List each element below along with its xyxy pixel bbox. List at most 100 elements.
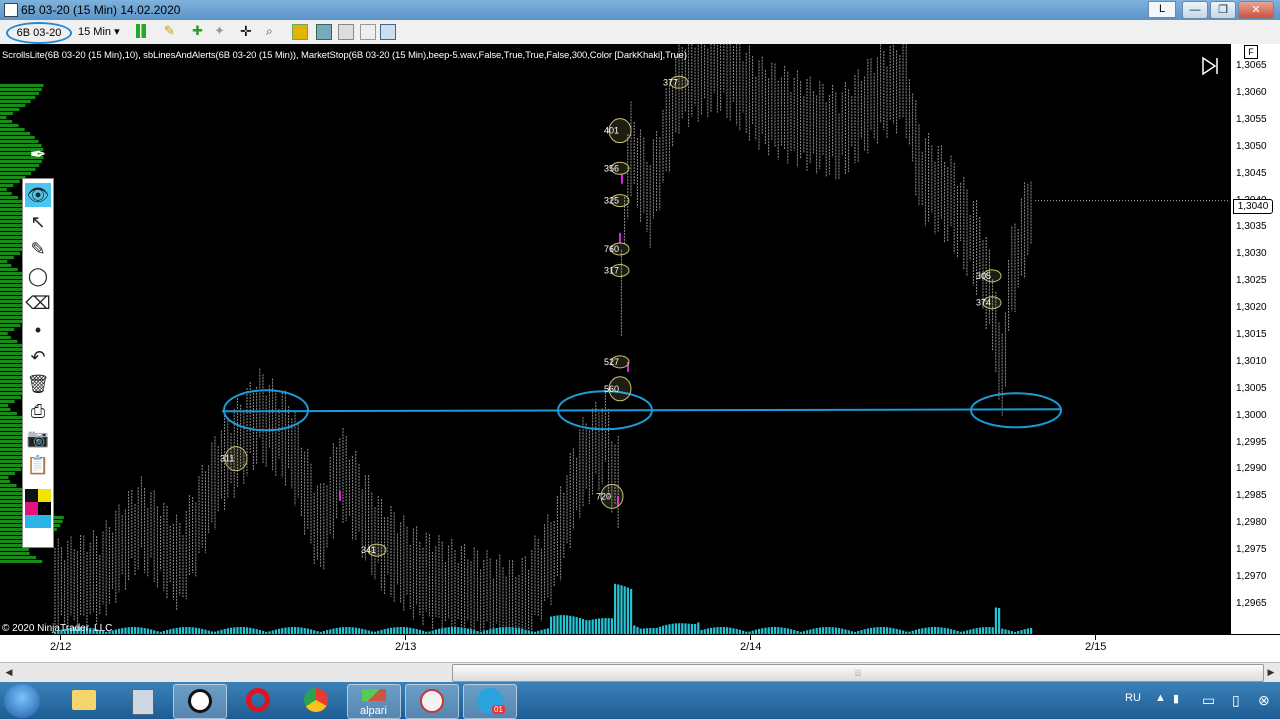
volume-bar <box>598 618 601 634</box>
chart-panel[interactable]: 311 341 377 401 356 325 760 317 527 560 720 305 374 <box>0 20 1230 654</box>
link-badge-button[interactable]: L <box>1148 1 1176 18</box>
opera-app-button[interactable] <box>232 684 284 717</box>
volume-profile-bar <box>0 120 13 123</box>
scroll-right-icon[interactable]: ▶ <box>1264 664 1278 680</box>
clipboard-tray-icon[interactable]: ▯ <box>1232 692 1240 709</box>
color-swatch[interactable] <box>38 489 51 502</box>
close-circle-icon[interactable]: ⊗ <box>1258 692 1270 709</box>
camera-icon[interactable]: 📷 <box>25 426 51 450</box>
volume-profile-bar <box>0 188 7 191</box>
explorer-app-button[interactable] <box>58 684 110 717</box>
instrument-selector[interactable]: 6B 03-20 <box>6 22 72 44</box>
volume-bar <box>831 627 834 634</box>
minimize-button[interactable]: — <box>1182 1 1208 19</box>
scroll-left-icon[interactable]: ◀ <box>2 664 16 680</box>
volume-bar <box>348 627 351 634</box>
zoom-icon[interactable]: ⌕ <box>266 24 280 38</box>
pointer-icon[interactable]: ↖ <box>25 210 51 234</box>
volume-bar <box>767 627 770 634</box>
network-icon[interactable]: ▮ <box>1173 692 1179 705</box>
volume-cluster-label: 720 <box>596 491 611 501</box>
ninjatrader-app-button[interactable] <box>173 684 227 719</box>
color-swatch[interactable] <box>38 502 51 515</box>
volume-bar <box>502 627 505 634</box>
volume-cluster-label: 377 <box>663 77 678 87</box>
crosshair-icon[interactable]: ✛ <box>240 24 254 38</box>
template-icon[interactable] <box>360 24 376 40</box>
volume-bar <box>994 607 997 634</box>
volume-bar <box>930 627 933 634</box>
volume-profile-bar <box>0 136 35 139</box>
trash-icon[interactable]: 🗑 <box>25 372 51 396</box>
volume-bar <box>508 627 511 634</box>
dot-icon[interactable]: • <box>25 318 51 342</box>
circle-icon[interactable]: ◯ <box>25 264 51 288</box>
volume-cluster-label: 760 <box>604 244 619 254</box>
scroll-to-end-icon[interactable] <box>1202 56 1218 76</box>
tray-expand-icon[interactable]: ▲ <box>1155 692 1166 704</box>
folder-tray-icon[interactable]: ▭ <box>1202 692 1215 709</box>
pencil-icon[interactable]: ✎ <box>25 237 51 261</box>
volume-bar <box>447 627 450 634</box>
volume-bar <box>188 627 191 634</box>
maximize-button[interactable]: ❐ <box>1210 1 1236 19</box>
volume-bar <box>294 627 297 634</box>
volume-bar <box>578 618 581 634</box>
f-button[interactable]: F <box>1244 45 1258 59</box>
time-tick-label: 2/13 <box>395 641 417 653</box>
pencil-tool-icon[interactable]: ✎ <box>164 24 178 38</box>
close-button[interactable]: ✕ <box>1238 1 1274 19</box>
eye-icon[interactable]: 👁 <box>25 183 51 207</box>
support-level-line[interactable] <box>221 408 1061 413</box>
volume-cluster-label: 325 <box>604 196 619 206</box>
telegram-app-button[interactable]: 01 <box>463 684 517 719</box>
timeframe-selector[interactable]: 15 Min ▾ <box>78 25 120 38</box>
volume-bar <box>351 627 354 634</box>
undo-icon[interactable]: ↶ <box>25 345 51 369</box>
snapshot-icon[interactable] <box>338 24 354 40</box>
volume-profile-bar <box>0 116 7 119</box>
volume-bar <box>575 617 578 634</box>
eraser-icon[interactable]: ⌫ <box>25 291 51 315</box>
price-tick-label: 1,3030 <box>1236 248 1267 260</box>
volume-cluster-label: 305 <box>976 271 991 281</box>
volume-bar <box>185 627 188 634</box>
properties-icon[interactable] <box>292 24 308 40</box>
terminal-app-button[interactable] <box>405 684 459 719</box>
start-button[interactable] <box>4 684 40 718</box>
strategy-icon[interactable]: ✦ <box>214 24 228 38</box>
volume-bar <box>825 627 828 634</box>
price-tick-label: 1,3060 <box>1236 87 1267 99</box>
price-tick-label: 1,3035 <box>1236 221 1267 233</box>
printer-icon[interactable]: ⎙ <box>25 399 51 423</box>
chrome-app-button[interactable] <box>290 684 342 717</box>
volume-profile-bar <box>0 548 29 551</box>
price-chart-svg: 311 341 377 401 356 325 760 317 527 560 720 305 374 <box>0 20 1230 654</box>
volume-bar <box>585 620 588 634</box>
price-tick-label: 1,3050 <box>1236 140 1267 152</box>
scroll-thumb[interactable]: ⦙⦙⦙ <box>452 664 1264 682</box>
data-box-icon[interactable] <box>380 24 396 40</box>
alpari-app-button[interactable]: alpari <box>347 684 401 719</box>
color-swatch[interactable] <box>25 489 38 502</box>
color-swatch[interactable] <box>25 515 38 528</box>
bar-type-icon[interactable] <box>136 24 150 38</box>
volume-profile-bar <box>0 408 11 411</box>
color-swatch[interactable] <box>25 502 38 515</box>
indicator-list: ScrollsLite(6B 03-20 (15 Min),10), sbLin… <box>2 50 687 61</box>
price-tick-label: 1,2980 <box>1236 517 1267 529</box>
volume-bar <box>450 627 453 634</box>
color-swatch[interactable] <box>38 515 51 528</box>
volume-cluster-label: 317 <box>604 265 619 275</box>
calculator-icon <box>132 689 154 715</box>
calculator-app-button[interactable] <box>116 684 168 717</box>
chart-trader-icon[interactable] <box>316 24 332 40</box>
pen-icon[interactable]: ✒ <box>26 142 50 168</box>
time-tick-label: 2/12 <box>50 641 72 653</box>
volume-profile-bar <box>0 476 9 479</box>
volume-bar <box>399 627 402 634</box>
add-indicator-icon[interactable]: ✚ <box>192 24 206 38</box>
price-tick-label: 1,2990 <box>1236 463 1267 475</box>
language-indicator[interactable]: RU <box>1125 692 1141 704</box>
clipboard-icon[interactable]: 📋 <box>25 453 51 477</box>
